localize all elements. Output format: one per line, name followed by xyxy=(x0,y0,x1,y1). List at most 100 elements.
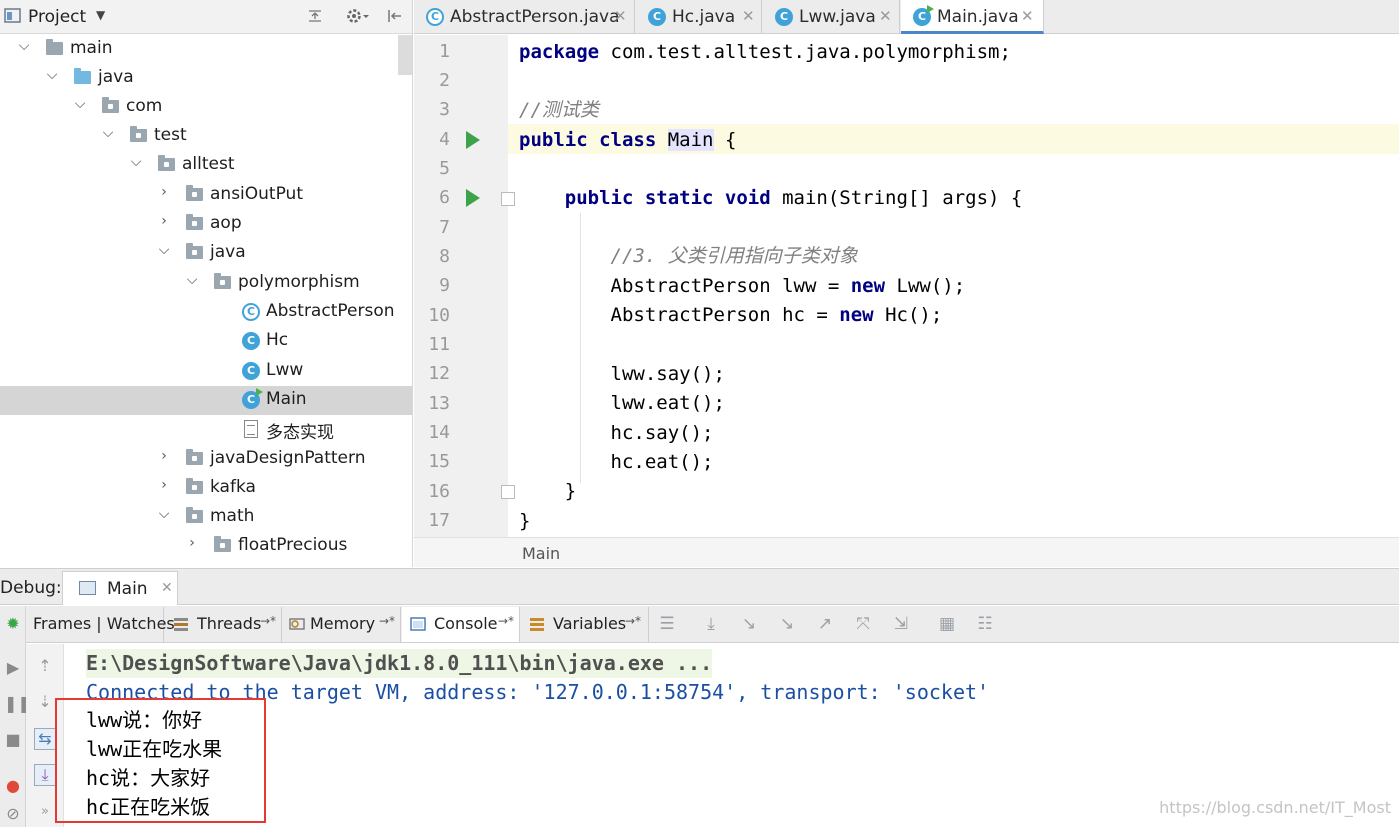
run-method-icon[interactable] xyxy=(466,189,480,207)
package-icon xyxy=(130,126,148,145)
gear-icon[interactable] xyxy=(346,7,369,25)
pause-icon[interactable]: ❚❚ xyxy=(4,694,31,713)
pin-icon[interactable]: →* xyxy=(379,614,395,628)
chevron-right-icon[interactable]: › xyxy=(157,184,171,204)
collapse-all-icon[interactable] xyxy=(306,7,324,25)
step-into-icon[interactable]: ↘ xyxy=(738,614,760,634)
chevron-right-icon[interactable]: › xyxy=(157,477,171,497)
view-breakpoints-icon[interactable]: ● xyxy=(4,776,22,795)
tree-item-java-src[interactable]: ⌵ java xyxy=(0,64,412,93)
tab-memory[interactable]: Memory →* xyxy=(283,607,401,642)
stop-icon[interactable]: ■ xyxy=(4,730,22,749)
fold-icon[interactable] xyxy=(501,192,515,206)
tree-item-java-package[interactable]: ⌵ java xyxy=(0,239,412,268)
tree-item-lww[interactable]: C Lww xyxy=(0,357,412,386)
chevron-down-icon[interactable]: ⌵ xyxy=(73,96,87,116)
run-class-icon[interactable] xyxy=(466,131,480,149)
close-icon[interactable]: ✕ xyxy=(742,7,755,25)
force-step-into-icon[interactable]: ↘ xyxy=(776,614,798,634)
package-icon xyxy=(214,536,232,555)
tree-item-ansioutput[interactable]: › ansiOutPut xyxy=(0,181,412,210)
chevron-down-icon[interactable]: ⌵ xyxy=(45,67,59,87)
show-execution-point-icon[interactable]: ☰ xyxy=(656,614,678,634)
keyword: package xyxy=(519,41,600,63)
line-number: 2 xyxy=(439,70,450,91)
tree-item-aop[interactable]: › aop xyxy=(0,210,412,239)
close-icon[interactable]: ✕ xyxy=(614,7,627,25)
line-number: 6 xyxy=(439,187,450,208)
tab-main-java[interactable]: C Main.java ✕ xyxy=(901,0,1044,34)
tab-threads[interactable]: Threads →* xyxy=(165,607,282,642)
tab-frames-watches[interactable]: Frames | Watches xyxy=(26,607,175,642)
hide-panel-icon[interactable] xyxy=(386,7,404,25)
run-to-cursor-icon[interactable]: ⇲ xyxy=(890,614,912,634)
project-view-dropdown[interactable]: ▼ xyxy=(96,8,105,22)
code-editor[interactable]: 1 2 3 4 5 6 7 8 9 10 11 12 13 14 15 16 1… xyxy=(414,35,1399,567)
step-over-icon[interactable]: ⤓ xyxy=(700,614,722,634)
tab-hc-java[interactable]: C Hc.java ✕ xyxy=(636,0,762,34)
close-icon[interactable]: ✕ xyxy=(879,7,892,25)
close-icon[interactable]: ✕ xyxy=(161,580,173,596)
keyword: new xyxy=(850,275,886,297)
trace-settings-icon[interactable]: ☷ xyxy=(974,614,996,634)
chevron-down-icon[interactable]: ⌵ xyxy=(157,506,171,526)
project-panel-title[interactable]: Project xyxy=(28,7,86,27)
tree-item-kafka[interactable]: › kafka xyxy=(0,474,412,503)
tree-item-test[interactable]: ⌵ test xyxy=(0,122,412,151)
pin-icon[interactable]: →* xyxy=(498,614,514,628)
scroll-up-icon[interactable]: ⇡ xyxy=(34,656,56,678)
chevron-down-icon[interactable]: ⌵ xyxy=(157,242,171,262)
source-folder-icon xyxy=(74,68,92,87)
chevron-down-icon[interactable]: ⌵ xyxy=(129,154,143,174)
tab-console[interactable]: Console →* xyxy=(402,607,520,642)
debug-session-tab[interactable]: Main ✕ xyxy=(62,571,178,605)
tab-variables[interactable]: Variables →* xyxy=(521,607,649,642)
fold-icon[interactable] xyxy=(501,485,515,499)
chevron-right-icon[interactable]: › xyxy=(157,448,171,468)
tab-lww-java[interactable]: C Lww.java ✕ xyxy=(763,0,900,34)
chevron-right-icon[interactable]: › xyxy=(157,213,171,233)
tree-item-javadesignpattern[interactable]: › javaDesignPattern xyxy=(0,445,412,474)
tree-item-hc[interactable]: C Hc xyxy=(0,327,412,356)
close-icon[interactable]: ✕ xyxy=(1021,7,1034,25)
class-icon: C xyxy=(242,332,260,350)
tree-item-alltest[interactable]: ⌵ alltest xyxy=(0,151,412,180)
chevron-right-icon[interactable]: › xyxy=(185,535,199,555)
line-number: 13 xyxy=(428,393,450,414)
tab-abstractperson-java[interactable]: C AbstractPerson.java ✕ xyxy=(414,0,635,34)
step-out-icon[interactable]: ↗ xyxy=(814,614,836,634)
line-number: 7 xyxy=(439,217,450,238)
tree-item-polymorphism[interactable]: ⌵ polymorphism xyxy=(0,269,412,298)
tab-label: Hc.java xyxy=(672,7,736,27)
chevron-down-icon[interactable]: ⌵ xyxy=(17,38,31,58)
drop-frame-icon[interactable]: ⤧ xyxy=(852,614,874,634)
tree-item-main[interactable]: ⌵ main xyxy=(0,35,412,64)
pin-icon[interactable]: →* xyxy=(260,614,276,628)
tree-item-abstractperson[interactable]: C AbstractPerson xyxy=(0,298,412,327)
debug-toolbar: Frames | Watches Threads →* Memory →* Co… xyxy=(26,606,1399,643)
runnable-class-icon: C xyxy=(913,5,934,26)
tab-label: Console xyxy=(434,614,498,633)
tree-item-floatprecious[interactable]: › floatPrecious xyxy=(0,532,412,561)
breadcrumb[interactable]: Main xyxy=(522,544,560,563)
evaluate-expression-icon[interactable]: ▦ xyxy=(936,614,958,634)
project-tree-scrollbar[interactable] xyxy=(398,35,412,75)
debug-bug-icon[interactable]: ✹ xyxy=(4,614,22,633)
scroll-to-end-icon[interactable]: ⤓ xyxy=(34,764,56,786)
threads-icon xyxy=(173,616,189,632)
resume-icon[interactable]: ▶ xyxy=(4,658,22,677)
more-tools-icon[interactable]: » xyxy=(34,804,56,826)
tree-item-text-file[interactable]: 多态实现 xyxy=(0,415,412,444)
tree-item-math[interactable]: ⌵ math xyxy=(0,503,412,532)
chevron-down-icon[interactable]: ⌵ xyxy=(101,125,115,145)
scroll-down-icon[interactable]: ⇣ xyxy=(34,692,56,714)
tree-item-main-class[interactable]: C Main xyxy=(0,386,412,415)
soft-wrap-icon[interactable]: ⇆ xyxy=(34,728,56,750)
pin-icon[interactable]: →* xyxy=(625,614,641,628)
line-number: 1 xyxy=(439,41,450,62)
mute-breakpoints-icon[interactable]: ⊘ xyxy=(4,804,22,823)
chevron-down-icon[interactable]: ⌵ xyxy=(185,272,199,292)
code-line-14: hc.say(); xyxy=(519,422,714,444)
tree-item-com[interactable]: ⌵ com xyxy=(0,93,412,122)
line-number: 5 xyxy=(439,158,450,179)
